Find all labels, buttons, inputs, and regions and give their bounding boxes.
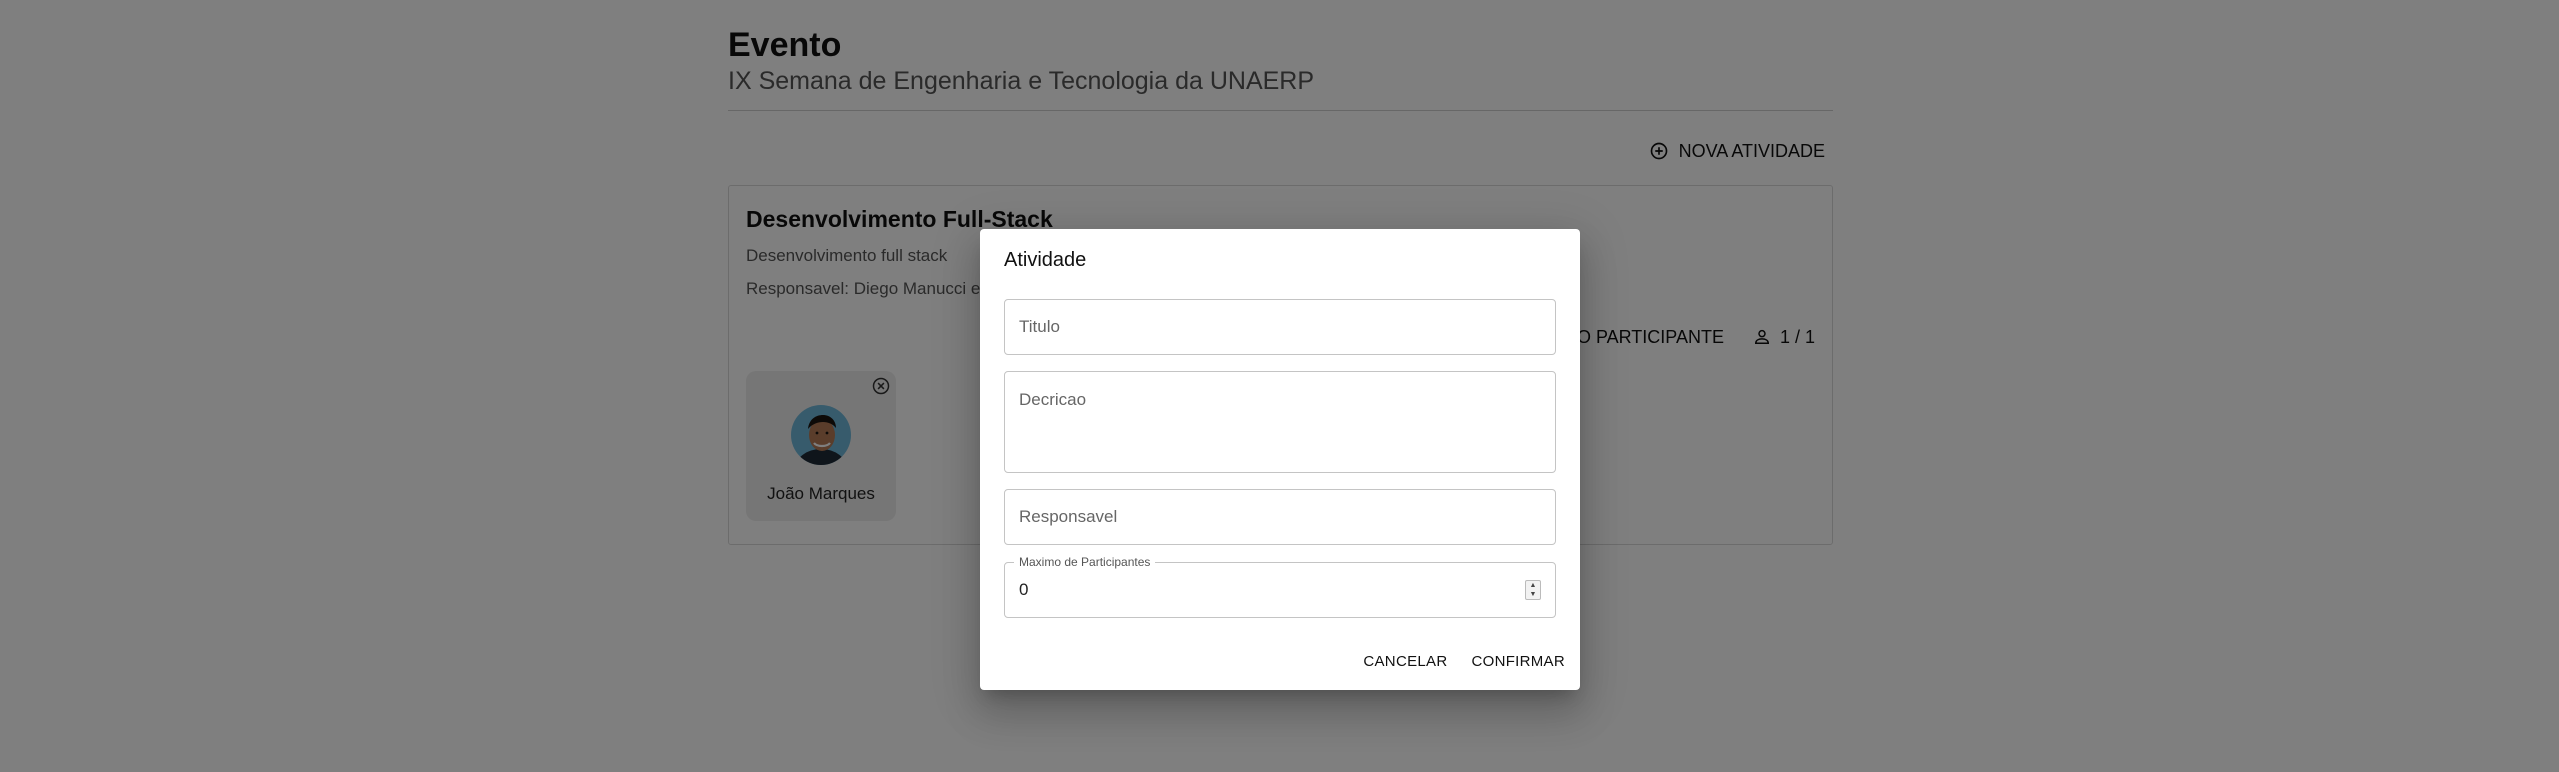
responsible-field — [1004, 489, 1556, 545]
dialog-actions: CANCELAR CONFIRMAR — [1363, 649, 1565, 674]
responsible-input[interactable] — [1019, 490, 1539, 544]
activity-dialog: Atividade Maximo de Participantes ▲ ▼ CA… — [980, 229, 1580, 690]
title-field — [1004, 299, 1556, 355]
chevron-down-icon[interactable]: ▼ — [1526, 590, 1540, 599]
number-stepper[interactable]: ▲ ▼ — [1525, 580, 1541, 600]
description-input[interactable] — [1019, 390, 1539, 466]
cancel-button[interactable]: CANCELAR — [1363, 649, 1447, 674]
max-participants-input[interactable] — [1019, 563, 1499, 617]
description-field — [1004, 371, 1556, 473]
title-input[interactable] — [1019, 300, 1539, 354]
dialog-title: Atividade — [1004, 249, 1087, 271]
chevron-up-icon[interactable]: ▲ — [1526, 581, 1540, 590]
max-participants-field: Maximo de Participantes ▲ ▼ — [1004, 555, 1556, 618]
confirm-button[interactable]: CONFIRMAR — [1471, 649, 1565, 674]
